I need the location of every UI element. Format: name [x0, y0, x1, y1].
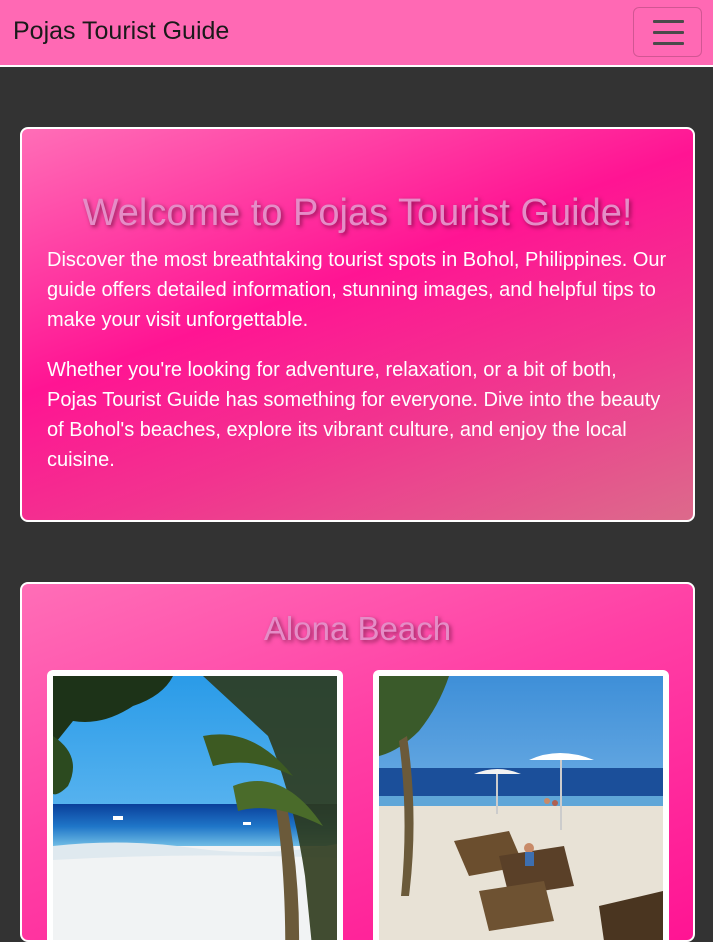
welcome-card: Welcome to Pojas Tourist Guide! Discover…: [20, 127, 695, 522]
navbar-brand[interactable]: Pojas Tourist Guide: [13, 16, 229, 46]
beach-umbrellas-and-loungers-photo: [379, 676, 663, 940]
welcome-paragraph-2: Whether you're looking for adventure, re…: [47, 359, 661, 471]
destination-card-alona-beach: Alona Beach: [20, 582, 695, 942]
destination-image-frame-2[interactable]: [373, 670, 669, 940]
welcome-title: Welcome to Pojas Tourist Guide!: [82, 192, 633, 234]
destination-title: Alona Beach: [263, 610, 452, 647]
navbar-toggler-button[interactable]: [633, 7, 702, 57]
palm-trees-and-sea-photo: [53, 676, 337, 940]
hamburger-menu-icon: [653, 19, 684, 46]
welcome-paragraph-1: Discover the most breathtaking tourist s…: [47, 249, 667, 331]
destination-image-frame-1[interactable]: [47, 670, 343, 940]
navbar: Pojas Tourist Guide: [0, 0, 713, 67]
